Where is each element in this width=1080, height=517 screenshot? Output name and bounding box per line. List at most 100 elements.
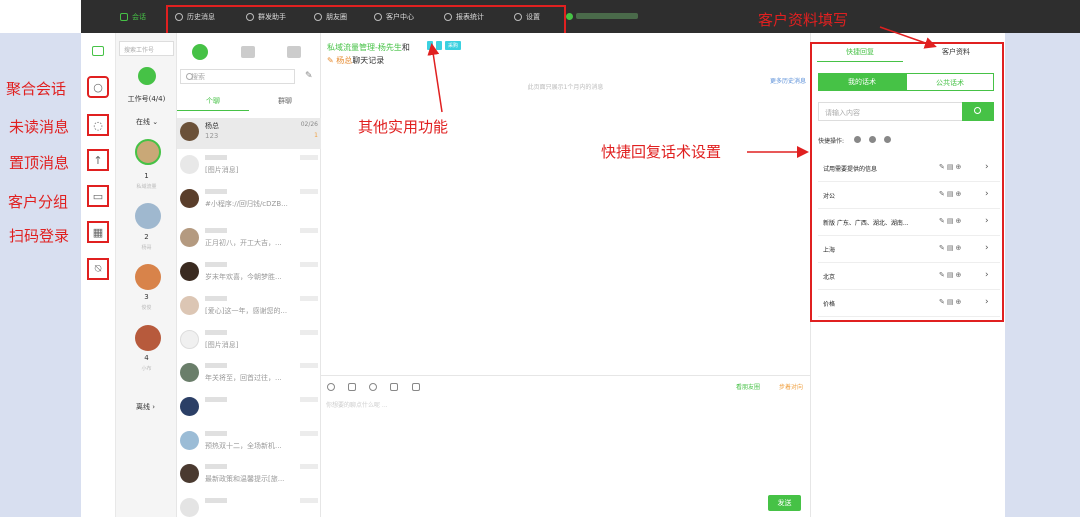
- last-message: 123: [205, 132, 219, 140]
- folder-icon[interactable]: [390, 383, 398, 391]
- last-message: [图片消息]: [205, 341, 239, 349]
- secondary-link[interactable]: 步着对向: [779, 382, 803, 391]
- message-time: 02/26: [300, 121, 318, 128]
- chat-list-panel: 搜索 ✎ 个聊 群聊 杨总 123 02/26 1 [图片消息] #小程序://…: [177, 33, 321, 517]
- nav-chat-label: 会话: [132, 13, 146, 21]
- annotation-quick-reply: 快捷回复话术设置: [601, 143, 722, 161]
- nav-chat[interactable]: 会话: [120, 11, 146, 23]
- account-search-input[interactable]: 搜索工作号: [119, 41, 174, 56]
- online-toggle[interactable]: 在线 ⌄: [136, 117, 158, 127]
- chat-list-item[interactable]: 杨总 123 02/26 1: [177, 118, 321, 149]
- contact-name-blurred: [205, 228, 227, 233]
- chat-list-item[interactable]: 年关将至，回首过往，...: [177, 359, 321, 390]
- arrow-up-icon: ↑: [93, 153, 103, 167]
- account-avatar[interactable]: [135, 203, 161, 229]
- unread-messages-button[interactable]: ◌: [87, 114, 109, 136]
- emoji-icon[interactable]: [327, 383, 335, 391]
- video-icon[interactable]: [412, 383, 420, 391]
- right-panel-highlight-box: [810, 42, 1004, 322]
- contact-avatar: [180, 155, 199, 174]
- send-button[interactable]: 发送: [768, 495, 801, 511]
- offline-label: 离线: [136, 403, 150, 411]
- chat-list-item[interactable]: 岁末年欢喜，今朝梦胜...: [177, 258, 321, 289]
- note-icon[interactable]: [92, 46, 104, 56]
- pinned-messages-button[interactable]: ↑: [87, 149, 109, 171]
- contact-name-blurred: [205, 498, 227, 503]
- message-dots-icon: ◌: [93, 118, 103, 132]
- chat-search-placeholder: 搜索: [191, 73, 205, 81]
- folder-icon: ▭: [92, 189, 104, 203]
- account-num: 1: [144, 172, 149, 180]
- chat-header-and: 和: [401, 43, 410, 52]
- contact-name-blurred: [205, 431, 227, 436]
- account-avatar[interactable]: [135, 325, 161, 351]
- chevron-down-icon: ⌄: [152, 118, 159, 126]
- aggregate-chat-button[interactable]: ○: [87, 76, 109, 98]
- message-input[interactable]: 你想要的聊点什么呢 ...: [326, 400, 388, 409]
- account-name: 俊俊: [141, 305, 152, 311]
- contacts-tab-icon[interactable]: [241, 46, 255, 58]
- account-count-title: 工作号(4/4): [127, 95, 166, 103]
- account-avatar[interactable]: [135, 264, 161, 290]
- online-label: 在线: [136, 118, 150, 126]
- pin-icon[interactable]: ✎: [305, 71, 313, 81]
- chat-list-item[interactable]: [177, 494, 321, 517]
- chat-list-item[interactable]: #小程序://回归钱/cDZB...: [177, 185, 321, 216]
- contact-name-blurred: [205, 363, 227, 368]
- chat-list-item[interactable]: [图片消息]: [177, 151, 321, 182]
- tab-group[interactable]: 群聊: [249, 96, 321, 106]
- chat-main-panel: 私域流量管理-杨先生和 采购 ✎ 杨总聊天记录 更多历史消息 此页面只展示1个月…: [321, 33, 810, 517]
- chat-record-label: 聊天记录: [352, 56, 385, 65]
- contact-name-blurred: [205, 262, 227, 267]
- chat-contact-name: 杨总: [336, 56, 353, 65]
- message-time-blurred: [300, 431, 318, 436]
- view-moments-link[interactable]: 看朋友圈: [736, 382, 760, 391]
- annotation-groups: 客户分组: [8, 193, 69, 211]
- account-column: 搜索工作号 工作号(4/4) 在线 ⌄ 1 私域流量 2 杨哥 3 俊俊 4 小…: [116, 33, 177, 517]
- account-num: 2: [144, 233, 149, 241]
- contact-avatar: [180, 397, 199, 416]
- message-time-blurred: [300, 498, 318, 503]
- chat-list-item[interactable]: 最新政策和温馨提示[旅...: [177, 460, 321, 491]
- chat-list-item[interactable]: [图片消息]: [177, 326, 321, 357]
- user-name-blurred[interactable]: [576, 13, 638, 19]
- sticker-icon[interactable]: [369, 383, 377, 391]
- message-time-blurred: [300, 330, 318, 335]
- customer-tags[interactable]: 采购: [427, 41, 462, 50]
- chat-list-item[interactable]: [177, 393, 321, 424]
- account-avatar[interactable]: [135, 139, 161, 165]
- chat-list-item[interactable]: 预热双十二，全场新机...: [177, 427, 321, 458]
- chat-tab-icon[interactable]: [192, 44, 208, 60]
- chat-list-item[interactable]: 正月初八，开工大吉，...: [177, 224, 321, 255]
- wechat-logo-icon: [138, 67, 156, 85]
- user-avatar-icon[interactable]: [566, 13, 573, 20]
- right-margin: [1005, 33, 1080, 517]
- chat-subheader: ✎ 杨总聊天记录: [327, 55, 384, 66]
- tag-color-chip: [436, 41, 442, 50]
- chat-header-account: 私域流量管理-杨先生: [327, 43, 402, 52]
- message-time-blurred: [300, 296, 318, 301]
- edit-icon[interactable]: ✎: [327, 56, 336, 65]
- contact-avatar: [180, 363, 199, 382]
- annotation-pinned: 置顶消息: [9, 154, 70, 172]
- mute-button[interactable]: ⍉: [87, 258, 109, 280]
- customer-groups-button[interactable]: ▭: [87, 185, 109, 207]
- contact-avatar: [180, 464, 199, 483]
- contact-avatar: [180, 122, 199, 141]
- offline-toggle[interactable]: 离线 ›: [136, 402, 155, 412]
- annotation-customer-info: 客户资料填写: [758, 11, 849, 29]
- qr-login-button[interactable]: ▦: [87, 221, 109, 243]
- message-time-blurred: [300, 189, 318, 194]
- chevron-right-icon: ›: [152, 403, 156, 411]
- account-name: 杨哥: [141, 245, 152, 251]
- chat-list-item[interactable]: [爱心]这一年，感谢您的...: [177, 292, 321, 323]
- tag-color-chip: [427, 41, 433, 50]
- image-icon[interactable]: [348, 383, 356, 391]
- contact-avatar: [180, 228, 199, 247]
- message-time-blurred: [300, 228, 318, 233]
- chat-search-input[interactable]: 搜索: [180, 69, 295, 84]
- add-contact-tab-icon[interactable]: [287, 46, 301, 58]
- tab-private[interactable]: 个聊: [177, 96, 249, 111]
- chat-icon: [120, 13, 128, 21]
- account-name: 小布: [141, 366, 152, 372]
